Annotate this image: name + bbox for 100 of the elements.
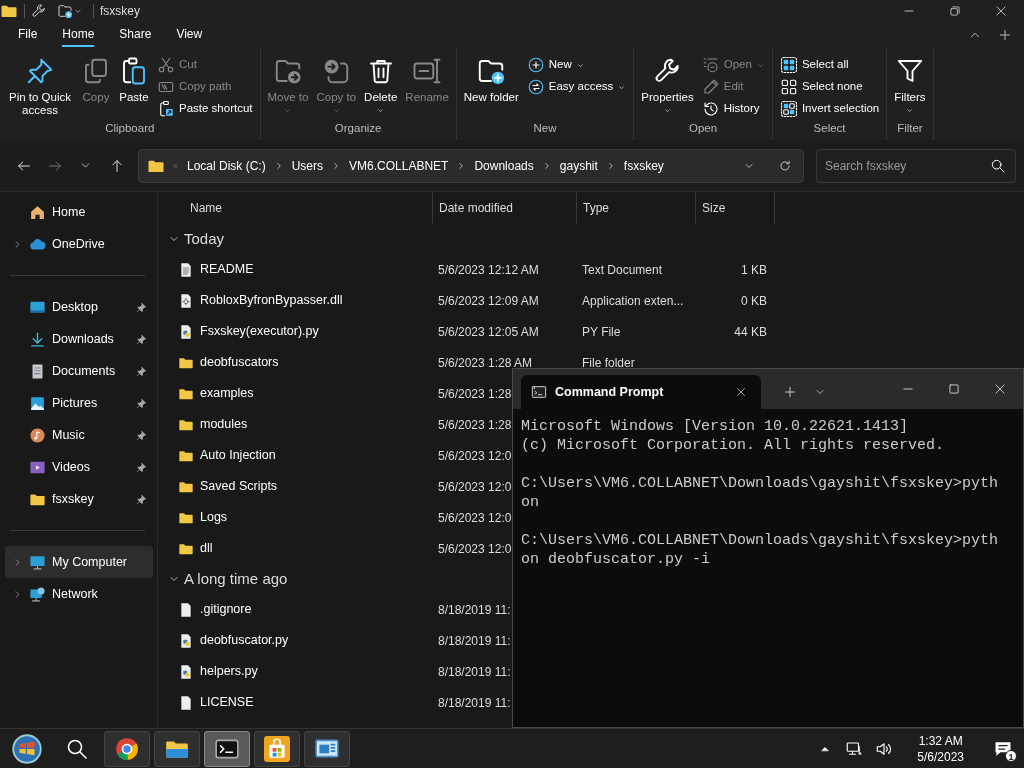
- ribbon-button[interactable]: Paste: [116, 54, 152, 106]
- taskbar-app-button[interactable]: [304, 730, 350, 767]
- nav-item[interactable]: Home: [5, 196, 153, 228]
- taskbar-app-button[interactable]: [254, 730, 300, 767]
- close-icon: [735, 386, 747, 398]
- restore-icon: [948, 4, 962, 18]
- taskbar-app-button[interactable]: [154, 730, 200, 767]
- ribbon-button[interactable]: Easy access: [523, 76, 630, 98]
- nav-item[interactable]: Documents: [5, 355, 153, 387]
- ribbon-tab[interactable]: Share: [119, 23, 152, 47]
- nav-item[interactable]: Videos: [5, 451, 153, 483]
- scissors-icon: [157, 56, 175, 74]
- open-icon: [701, 56, 720, 74]
- house-icon: [29, 203, 46, 221]
- date-modified: 8/18/2019 11:: [438, 694, 511, 712]
- file-name[interactable]: deobfuscators: [168, 353, 432, 372]
- file-name[interactable]: .gitignore: [168, 600, 432, 619]
- easy-access-icon: [526, 78, 545, 96]
- nav-item[interactable]: Network: [5, 578, 153, 610]
- caret-icon: [376, 106, 386, 115]
- group-header[interactable]: A long time ago: [168, 564, 288, 594]
- file-size: 0 KB: [740, 292, 768, 310]
- taskbar-app-button[interactable]: [204, 730, 250, 767]
- network-icon: [845, 739, 864, 758]
- file-name[interactable]: Logs: [168, 508, 432, 527]
- new-folder-icon: [57, 3, 73, 19]
- maximize-icon: [947, 382, 961, 396]
- ribbon-button[interactable]: Select all: [776, 54, 883, 76]
- plus-circle-icon: [526, 56, 545, 74]
- picture-icon: [29, 394, 46, 412]
- nav-item[interactable]: Music: [5, 419, 153, 451]
- ribbon-tab[interactable]: File: [18, 23, 38, 47]
- ribbon-button[interactable]: Delete: [361, 54, 401, 117]
- nav-item[interactable]: My Computer: [5, 546, 153, 578]
- nav-item[interactable]: Downloads: [5, 323, 153, 355]
- file-icon: [178, 601, 194, 618]
- file-name[interactable]: Saved Scripts: [168, 477, 432, 496]
- date-modified: 5/6/2023 12:09 AM: [438, 292, 539, 310]
- refresh-icon: [778, 158, 792, 173]
- ribbon-button[interactable]: History: [698, 98, 768, 120]
- wrench-icon: [31, 3, 47, 19]
- select-all-icon: [779, 56, 798, 74]
- group-label: Clipboard: [104, 121, 156, 136]
- file-name[interactable]: Fsxskey(executor).py: [168, 322, 432, 341]
- browser-icon: [114, 735, 140, 762]
- breadcrumb[interactable]: fsxskey: [621, 156, 666, 175]
- nav-item[interactable]: Pictures: [5, 387, 153, 419]
- date-modified: 5/6/2023 1:28: [438, 416, 512, 434]
- breadcrumb[interactable]: Users: [289, 156, 326, 175]
- file-name[interactable]: LICENSE: [168, 693, 432, 712]
- ribbon-button[interactable]: Paste shortcut: [154, 98, 256, 120]
- file-name[interactable]: RobloxByfronBypasser.dll: [168, 291, 432, 310]
- date-modified: 5/6/2023 12:12 AM: [438, 261, 539, 279]
- breadcrumb[interactable]: Downloads: [472, 156, 536, 175]
- nav-item[interactable]: Desktop: [5, 291, 153, 323]
- network-icon: [29, 585, 46, 603]
- breadcrumb[interactable]: Local Disk (C:): [185, 156, 268, 175]
- shopping-bag-icon: [264, 735, 290, 762]
- nav-item[interactable]: fsxskey: [5, 483, 153, 515]
- search-field[interactable]: Search fsxskey: [816, 148, 1016, 183]
- file-name[interactable]: Auto Injection: [168, 446, 432, 465]
- caret-icon: [283, 106, 293, 115]
- clock-date[interactable]: 5/6/2023: [911, 748, 970, 765]
- ribbon-button[interactable]: Filters: [891, 54, 929, 117]
- breadcrumb[interactable]: gayshit: [557, 156, 600, 175]
- file-name[interactable]: examples: [168, 384, 432, 403]
- file-name[interactable]: modules: [168, 415, 432, 434]
- file-name[interactable]: deobfuscator.py: [168, 631, 432, 650]
- invert-selection-icon: [779, 100, 798, 118]
- column-header[interactable]: Date modified: [432, 192, 576, 224]
- column-header[interactable]: Size: [695, 192, 775, 224]
- notifications-button[interactable]: 1: [986, 730, 1020, 767]
- date-modified: 5/6/2023 12:0: [438, 478, 512, 496]
- ribbon-button[interactable]: New: [523, 54, 630, 76]
- file-name[interactable]: dll: [168, 539, 432, 558]
- taskbar-app-button[interactable]: [104, 730, 150, 767]
- nav-item[interactable]: OneDrive: [5, 228, 153, 260]
- double-chevron-icon: [171, 161, 179, 170]
- ribbon-tab[interactable]: View: [176, 23, 203, 47]
- ribbon-button[interactable]: New folder: [460, 54, 522, 106]
- date-modified: 5/6/2023 12:0: [438, 447, 512, 465]
- column-header[interactable]: Type: [576, 192, 695, 224]
- ribbon-button[interactable]: Properties: [638, 54, 697, 117]
- breadcrumb[interactable]: VM6.COLLABNET: [347, 156, 451, 175]
- file-name[interactable]: helpers.py: [168, 662, 432, 681]
- python-file-icon: [178, 632, 194, 649]
- clock-time[interactable]: 1:32 AM: [911, 732, 970, 749]
- ribbon-button[interactable]: Invert selection: [776, 98, 883, 120]
- console-line: C:\Users\VM6.COLLABNET\Downloads\gayshit\fsxskey>pyth: [521, 531, 1000, 550]
- date-modified: 5/6/2023 1:28 AM: [438, 354, 533, 372]
- ribbon-tab[interactable]: Home: [62, 23, 95, 47]
- group-header[interactable]: Today: [168, 224, 225, 254]
- column-header[interactable]: Name: [168, 192, 432, 224]
- caret-icon: [663, 106, 673, 115]
- address-field[interactable]: Local Disk (C:) Users VM6.COLLABNET Downloads gayshit fsxskey: [138, 148, 804, 183]
- download-icon: [29, 330, 46, 348]
- ribbon-button[interactable]: Pin to Quick access: [4, 54, 76, 119]
- file-name[interactable]: README: [168, 260, 432, 279]
- terminal-tab[interactable]: Command Prompt: [521, 375, 761, 409]
- ribbon-button[interactable]: Select none: [776, 76, 883, 98]
